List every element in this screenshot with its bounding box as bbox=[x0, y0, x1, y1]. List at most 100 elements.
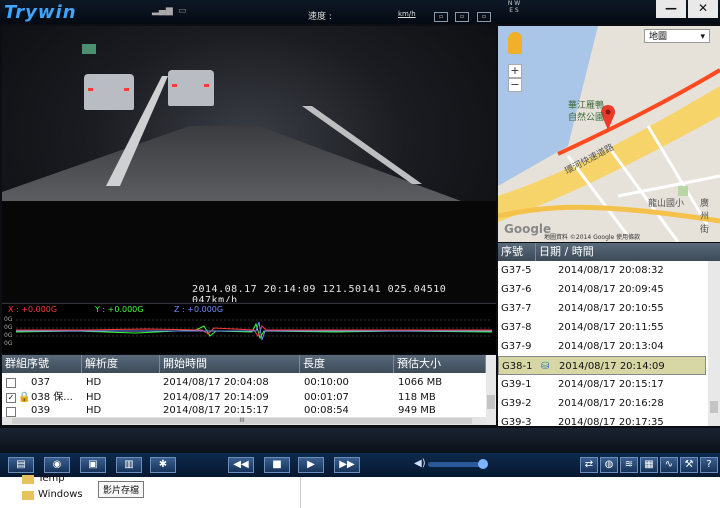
row-checkbox[interactable] bbox=[6, 378, 16, 388]
map-view[interactable]: + − 地圖 ▾ 華江雁鴨 自然公園 環河快速道路 龍山國小 廣州街 Googl… bbox=[498, 26, 720, 242]
gps-row-time: 2014/08/17 20:15:17 bbox=[558, 379, 664, 390]
row-size: 949 MB bbox=[398, 405, 436, 416]
gps-row-id: G37-8 bbox=[501, 322, 532, 333]
title-bar bbox=[0, 0, 720, 24]
g-scale-0: 0G bbox=[4, 316, 13, 323]
stop-button[interactable]: ■ bbox=[264, 457, 290, 473]
tail-light bbox=[204, 84, 209, 87]
tool-3-button[interactable]: ≋ bbox=[620, 457, 638, 473]
table-row[interactable]: ✓ 🔒 038 保... HD 2014/08/17 20:14:09 00:0… bbox=[2, 390, 484, 405]
gps-row-id: G39-3 bbox=[501, 417, 532, 426]
scroll-thumb[interactable] bbox=[710, 401, 718, 413]
col-gps-time[interactable]: 日期 / 時間 bbox=[536, 243, 720, 261]
gps-row-id: G37-6 bbox=[501, 284, 532, 295]
stop-icon: ■ bbox=[272, 459, 282, 470]
gps-row[interactable]: G37-8 2014/08/17 20:11:55 bbox=[498, 318, 706, 337]
street-view-icon[interactable] bbox=[508, 32, 522, 54]
table-row[interactable]: 037 HD 2014/08/17 20:04:08 00:10:00 1066… bbox=[2, 375, 484, 390]
globe-icon: ◍ bbox=[604, 459, 614, 470]
gps-row[interactable]: G39-2 2014/08/17 20:16:28 bbox=[498, 394, 706, 413]
scroll-thumb[interactable] bbox=[487, 395, 495, 409]
folder-icon: ▤ bbox=[16, 459, 26, 470]
map-type-value: 地圖 bbox=[649, 32, 668, 42]
gps-row-id: G37-7 bbox=[501, 303, 532, 314]
app-logo: Trywin bbox=[4, 2, 77, 23]
file-list-vscroll[interactable] bbox=[486, 355, 496, 425]
fast-forward-button[interactable]: ▶▶ bbox=[334, 457, 360, 473]
gps-row-time: 2014/08/17 20:14:09 bbox=[559, 361, 665, 372]
play-button[interactable]: ▶ bbox=[298, 457, 324, 473]
file-list-hscroll[interactable]: III bbox=[2, 417, 486, 425]
col-size[interactable]: 預估大小 bbox=[394, 355, 486, 373]
video-player[interactable]: 2014.08.17 20:14:09 121.50141 025.04510 … bbox=[2, 26, 496, 302]
gps-row-time: 2014/08/17 20:09:45 bbox=[558, 284, 664, 295]
tool-7-button[interactable]: ? bbox=[700, 457, 718, 473]
layout-2-icon[interactable]: ▫ bbox=[455, 12, 469, 22]
col-length[interactable]: 長度 bbox=[300, 355, 394, 373]
g-sensor-z: Z : +0.000G bbox=[174, 305, 224, 314]
divider bbox=[300, 477, 301, 508]
delete-button[interactable]: ▥ bbox=[116, 457, 142, 473]
hscroll-thumb[interactable]: III bbox=[12, 418, 472, 424]
explorer-item[interactable]: Windows bbox=[38, 489, 83, 500]
gps-row[interactable]: G37-5 2014/08/17 20:08:32 bbox=[498, 261, 706, 280]
row-length: 00:10:00 bbox=[304, 377, 349, 388]
gps-row-time: 2014/08/17 20:10:55 bbox=[558, 303, 664, 314]
tool-1-button[interactable]: ⇄ bbox=[580, 457, 598, 473]
settings-button[interactable]: ✱ bbox=[150, 457, 176, 473]
speaker-icon[interactable]: ◀) bbox=[414, 458, 426, 469]
tool-2-button[interactable]: ◍ bbox=[600, 457, 618, 473]
row-length: 00:01:07 bbox=[304, 392, 349, 403]
col-gps-id[interactable]: 序號 bbox=[498, 243, 536, 261]
compass-icon: N W E S bbox=[507, 0, 521, 14]
fast-forward-icon: ▶▶ bbox=[339, 459, 355, 470]
rewind-button[interactable]: ◀◀ bbox=[228, 457, 254, 473]
help-icon: ? bbox=[706, 459, 712, 470]
gps-row-id: G37-9 bbox=[501, 341, 532, 352]
gps-row[interactable]: G37-7 2014/08/17 20:10:55 bbox=[498, 299, 706, 318]
gps-row[interactable]: G38-1 2014/08/17 20:14:09 ⛁ bbox=[498, 356, 706, 375]
row-checkbox-checked[interactable]: ✓ bbox=[6, 393, 16, 403]
wave-icon: ∿ bbox=[664, 459, 674, 470]
gps-row[interactable]: G37-6 2014/08/17 20:09:45 bbox=[498, 280, 706, 299]
zoom-out-button[interactable]: − bbox=[508, 78, 522, 92]
explorer-item[interactable]: Temp bbox=[38, 473, 65, 484]
gps-row[interactable]: G39-3 2014/08/17 20:17:35 bbox=[498, 413, 706, 426]
row-length: 00:08:54 bbox=[304, 405, 349, 416]
close-button[interactable]: ✕ bbox=[688, 0, 718, 18]
layout-3-icon[interactable]: ▫ bbox=[477, 12, 491, 22]
mini-mode-icon[interactable]: ▭ bbox=[178, 6, 190, 18]
zoom-in-button[interactable]: + bbox=[508, 64, 522, 78]
gps-list-vscroll[interactable] bbox=[708, 261, 720, 426]
folder-icon bbox=[22, 491, 34, 500]
gps-row[interactable]: G37-9 2014/08/17 20:13:04 bbox=[498, 337, 706, 356]
g-sensor-panel: X : +0.000G Y : +0.000G Z : +0.000G 0G 0… bbox=[2, 303, 496, 354]
col-start-time[interactable]: 開始時間 bbox=[160, 355, 300, 373]
g-scale-3: 0G bbox=[4, 340, 13, 347]
snapshot-button[interactable]: ◉ bbox=[44, 457, 70, 473]
gps-row-id: G37-5 bbox=[501, 265, 532, 276]
map-type-select[interactable]: 地圖 ▾ bbox=[644, 29, 710, 43]
row-size: 1066 MB bbox=[398, 377, 443, 388]
tool-6-button[interactable]: ⚒ bbox=[680, 457, 698, 473]
rewind-icon: ◀◀ bbox=[233, 459, 249, 470]
col-group-id[interactable]: 群組序號 bbox=[2, 355, 82, 373]
tool-4-button[interactable]: ▦ bbox=[640, 457, 658, 473]
wrench-icon: ⚒ bbox=[684, 459, 694, 470]
tool-5-button[interactable]: ∿ bbox=[660, 457, 678, 473]
row-checkbox[interactable] bbox=[6, 407, 16, 417]
layout-1-icon[interactable]: ▫ bbox=[434, 12, 448, 22]
gps-rows: G37-5 2014/08/17 20:08:32 G37-6 2014/08/17 … bbox=[498, 261, 708, 426]
table-row[interactable]: 039 HD 2014/08/17 20:15:17 00:08:54 949 … bbox=[2, 405, 484, 417]
col-resolution[interactable]: 解析度 bbox=[82, 355, 160, 373]
volume-knob[interactable] bbox=[478, 459, 488, 469]
car-left bbox=[84, 74, 134, 110]
g-scale-2: 0G bbox=[4, 332, 13, 339]
row-start: 2014/08/17 20:14:09 bbox=[163, 392, 269, 403]
gps-row[interactable]: G39-1 2014/08/17 20:15:17 bbox=[498, 375, 706, 394]
tail-light bbox=[172, 84, 177, 87]
open-folder-button[interactable]: ▤ bbox=[8, 457, 34, 473]
map-label: 廣州街 bbox=[700, 199, 710, 235]
save-video-button[interactable]: ▣ bbox=[80, 457, 106, 473]
minimize-button[interactable]: — bbox=[656, 0, 686, 18]
